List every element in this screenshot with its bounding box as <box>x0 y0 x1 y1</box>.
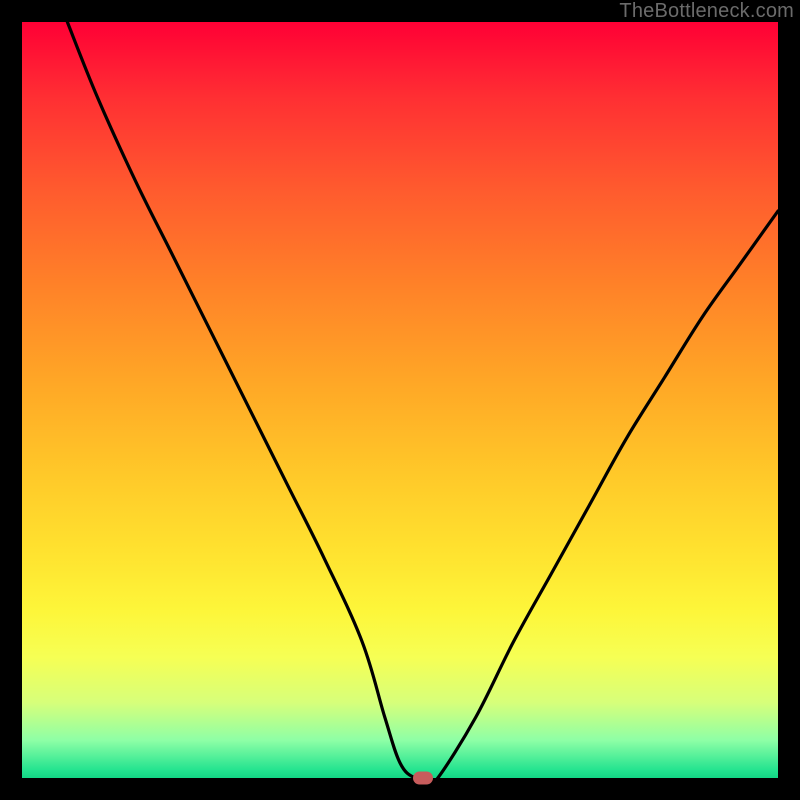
optimal-marker <box>413 772 433 785</box>
watermark-text: TheBottleneck.com <box>619 0 794 23</box>
bottleneck-curve <box>22 22 778 778</box>
chart-frame: TheBottleneck.com <box>0 0 800 800</box>
plot-area <box>22 22 778 778</box>
